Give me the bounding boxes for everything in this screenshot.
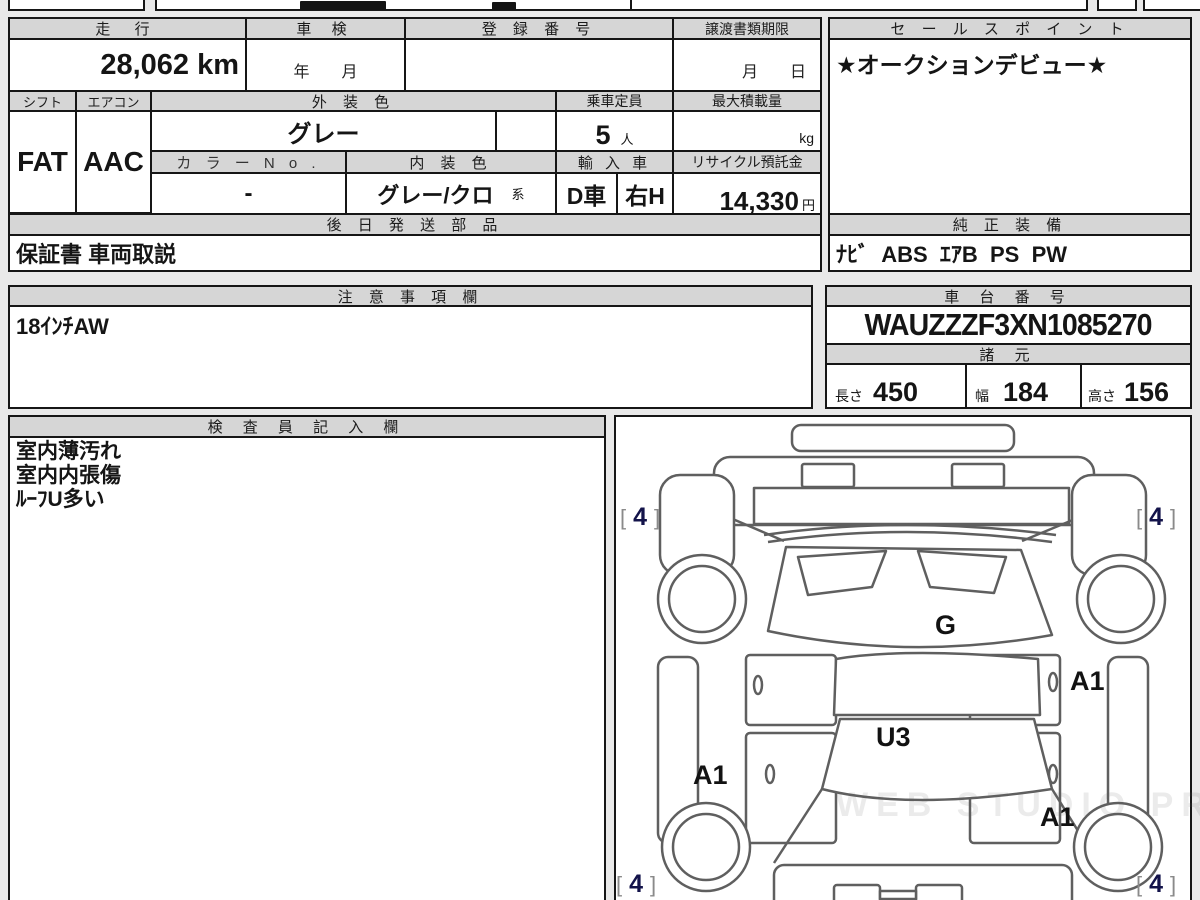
sales-point-header: セ ー ル ス ポ イ ン ト: [828, 17, 1192, 40]
import-car-handle: 右H: [616, 172, 674, 215]
clipped-text-fragment: [492, 2, 516, 10]
color-no-header: カ ラ ー N o .: [150, 150, 347, 174]
exterior-color-extra-cell: [495, 110, 557, 152]
shift-header: シフト: [8, 90, 77, 112]
spec-length-value: 450: [873, 377, 919, 407]
genuine-equipment-value: ﾅﾋﾞ ABS ｴｱB PS PW: [828, 234, 1192, 272]
genuine-equipment-header: 純 正 装 備: [828, 213, 1192, 236]
bracket: [: [1136, 871, 1143, 897]
shift-value: FAT: [8, 110, 77, 214]
damage-grade-rear-right: [4]: [1136, 870, 1177, 898]
inspector-line: 室内内張傷: [16, 464, 121, 487]
max-load-value: kg: [672, 110, 822, 152]
exterior-color-header: 外 装 色: [150, 90, 557, 112]
transfer-deadline-header: 譲渡書類期限: [672, 17, 822, 40]
notes-header: 注 意 事 項 欄: [8, 285, 813, 307]
transfer-deadline-value: 月 日: [672, 38, 822, 92]
capacity-header: 乗車定員: [555, 90, 674, 112]
later-parts-header: 後 日 発 送 部 品: [8, 213, 822, 236]
spec-length-label: 長さ: [835, 388, 863, 404]
later-parts-value: 保証書 車両取説: [8, 234, 822, 272]
mileage-header: 走 行: [8, 17, 247, 40]
damage-grade-front-left: [4]: [620, 503, 661, 531]
exterior-color-value: グレー: [150, 110, 497, 152]
inspector-header: 検 査 員 記 入 欄: [8, 415, 606, 438]
capacity-value: 5人: [555, 110, 674, 152]
capacity-number: 5: [595, 120, 611, 150]
import-car-type: D車: [555, 172, 618, 215]
capacity-unit: 人: [620, 132, 634, 147]
bracket: ]: [650, 871, 657, 897]
recycle-deposit-value: 14,330 円: [672, 172, 822, 216]
spec-height-value: 156: [1124, 377, 1170, 407]
clipped-row-cell: [155, 0, 632, 11]
bracket: ]: [1170, 871, 1177, 897]
recycle-deposit-header: リサイクル預託金: [672, 150, 822, 174]
damage-code-left-rear-door: A1: [693, 760, 728, 790]
interior-color-text: グレー/クロ: [377, 182, 494, 208]
aircon-header: エアコン: [75, 90, 152, 112]
recycle-deposit-unit: 円: [801, 198, 815, 213]
inspector-notes: 室内薄汚れ 室内内張傷 ﾙｰﾌU多い: [8, 436, 606, 900]
clipped-row-cell: [1097, 0, 1137, 11]
spec-height-label: 高さ: [1088, 388, 1116, 404]
bracket: [: [616, 871, 623, 897]
interior-color-value: グレー/クロ 系: [345, 172, 557, 215]
interior-color-suffix: 系: [511, 187, 525, 202]
notes-value: 18ｲﾝﾁAW: [8, 305, 813, 409]
spec-width-value: 184: [1003, 377, 1049, 407]
watermark: WEB STUDIO PRO: [836, 786, 1200, 824]
inspector-line: ﾙｰﾌU多い: [16, 488, 105, 511]
damage-diagram: [614, 415, 1192, 900]
registration-value: [404, 38, 674, 92]
spec-height: 高さ 156: [1080, 363, 1192, 409]
bracket: [: [620, 504, 627, 530]
auction-sheet: 走 行 車 検 登 録 番 号 譲渡書類期限 28,062 km 年 月 月 日…: [0, 0, 1200, 900]
inspector-line: 室内薄汚れ: [16, 440, 121, 463]
chassis-no-value: WAUZZZF3XN1085270: [825, 305, 1192, 345]
sales-point-value: ★オークションデビュー★: [828, 38, 1192, 217]
damage-grade-rear-left: [4]: [616, 870, 657, 898]
damage-code-right-front-door: A1: [1070, 666, 1105, 696]
clipped-row-cell: [1143, 0, 1200, 11]
chassis-no-header: 車 台 番 号: [825, 285, 1192, 307]
car-top-view-drawing: [656, 423, 1167, 900]
color-no-value: -: [150, 172, 347, 215]
mileage-value: 28,062 km: [8, 38, 247, 92]
clipped-row-cell: [630, 0, 1088, 11]
max-load-unit: kg: [799, 130, 814, 146]
chassis-no-text: WAUZZZF3XN1085270: [864, 307, 1153, 342]
damage-code-windshield: G: [935, 610, 957, 640]
bracket: ]: [1170, 504, 1177, 530]
import-car-header: 輸 入 車: [555, 150, 674, 174]
aircon-value: AAC: [75, 110, 152, 214]
clipped-row-cell: [8, 0, 145, 11]
max-load-header: 最大積載量: [672, 90, 822, 112]
spec-width: 幅 184: [965, 363, 1082, 409]
damage-code-floor: U3: [876, 722, 911, 752]
spec-length: 長さ 450: [825, 363, 967, 409]
bracket: [: [1136, 504, 1143, 530]
bracket: ]: [654, 504, 661, 530]
interior-color-header: 内 装 色: [345, 150, 557, 174]
shaken-value: 年 月: [245, 38, 406, 92]
specs-header: 諸 元: [825, 343, 1192, 365]
damage-code-right-rear-fender: A1: [1040, 802, 1075, 832]
clipped-text-fragment: [300, 1, 386, 10]
shaken-header: 車 検: [245, 17, 406, 40]
registration-header: 登 録 番 号: [404, 17, 674, 40]
damage-grade-front-right: [4]: [1136, 503, 1177, 531]
spec-width-label: 幅: [975, 388, 989, 404]
